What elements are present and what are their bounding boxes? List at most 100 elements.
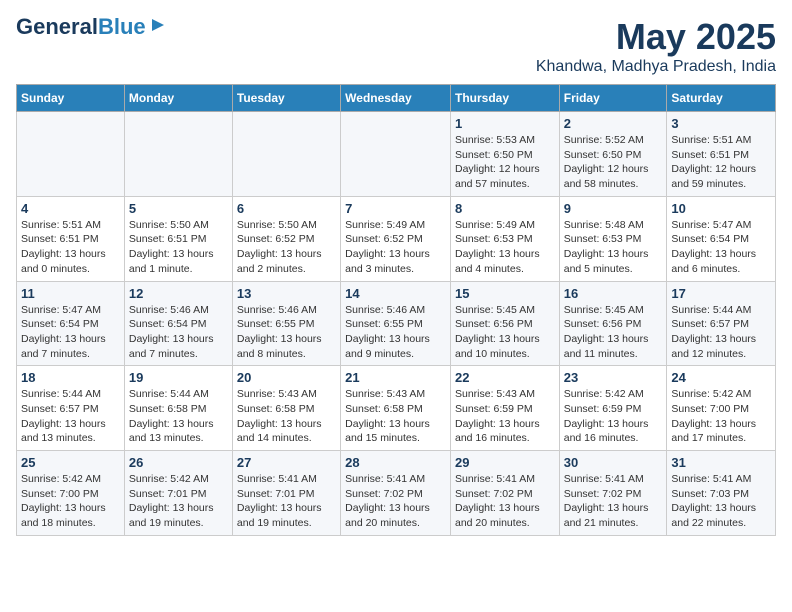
day-info: Sunrise: 5:42 AMSunset: 7:01 PMDaylight:… bbox=[129, 472, 228, 531]
day-number: 12 bbox=[129, 286, 228, 301]
header-tuesday: Tuesday bbox=[232, 85, 340, 112]
day-info: Sunrise: 5:41 AMSunset: 7:02 PMDaylight:… bbox=[345, 472, 446, 531]
day-number: 15 bbox=[455, 286, 555, 301]
day-info: Sunrise: 5:50 AMSunset: 6:51 PMDaylight:… bbox=[129, 218, 228, 277]
calendar-cell: 15 Sunrise: 5:45 AMSunset: 6:56 PMDayligh… bbox=[450, 281, 559, 366]
day-number: 13 bbox=[237, 286, 336, 301]
page-header: GeneralBlue May 2025 Khandwa, Madhya Pra… bbox=[16, 16, 776, 76]
day-number: 20 bbox=[237, 370, 336, 385]
calendar-cell: 9 Sunrise: 5:48 AMSunset: 6:53 PMDaylight… bbox=[559, 196, 667, 281]
calendar-cell: 6Sunrise: 5:50 AMSunset: 6:52 PMDaylight… bbox=[232, 196, 340, 281]
calendar-cell: 25 Sunrise: 5:42 AMSunset: 7:00 PMDayligh… bbox=[17, 451, 125, 536]
day-info: Sunrise: 5:42 AMSunset: 7:00 PMDaylight:… bbox=[671, 387, 771, 446]
calendar-week-row: 11 Sunrise: 5:47 AMSunset: 6:54 PMDayligh… bbox=[17, 281, 776, 366]
day-info: Sunrise: 5:41 AMSunset: 7:03 PMDaylight:… bbox=[671, 472, 771, 531]
calendar-cell: 16 Sunrise: 5:45 AMSunset: 6:56 PMDayligh… bbox=[559, 281, 667, 366]
calendar-cell: 20 Sunrise: 5:43 AMSunset: 6:58 PMDayligh… bbox=[232, 366, 340, 451]
day-number: 23 bbox=[564, 370, 663, 385]
header-friday: Friday bbox=[559, 85, 667, 112]
calendar-cell: 10 Sunrise: 5:47 AMSunset: 6:54 PMDayligh… bbox=[667, 196, 776, 281]
day-number: 10 bbox=[671, 201, 771, 216]
calendar-cell: 23 Sunrise: 5:42 AMSunset: 6:59 PMDayligh… bbox=[559, 366, 667, 451]
day-number: 21 bbox=[345, 370, 446, 385]
day-info: Sunrise: 5:44 AMSunset: 6:57 PMDaylight:… bbox=[21, 387, 120, 446]
day-number: 2 bbox=[564, 116, 663, 131]
calendar-cell: 14 Sunrise: 5:46 AMSunset: 6:55 PMDayligh… bbox=[341, 281, 451, 366]
day-number: 27 bbox=[237, 455, 336, 470]
day-info: Sunrise: 5:42 AMSunset: 6:59 PMDaylight:… bbox=[564, 387, 663, 446]
day-number: 6 bbox=[237, 201, 336, 216]
calendar-cell: 17 Sunrise: 5:44 AMSunset: 6:57 PMDayligh… bbox=[667, 281, 776, 366]
calendar-cell: 8 Sunrise: 5:49 AMSunset: 6:53 PMDaylight… bbox=[450, 196, 559, 281]
day-number: 9 bbox=[564, 201, 663, 216]
day-number: 11 bbox=[21, 286, 120, 301]
day-info: Sunrise: 5:45 AMSunset: 6:56 PMDaylight:… bbox=[455, 303, 555, 362]
day-info: Sunrise: 5:43 AMSunset: 6:58 PMDaylight:… bbox=[237, 387, 336, 446]
day-number: 7 bbox=[345, 201, 446, 216]
day-info: Sunrise: 5:44 AMSunset: 6:58 PMDaylight:… bbox=[129, 387, 228, 446]
calendar-cell: 12 Sunrise: 5:46 AMSunset: 6:54 PMDayligh… bbox=[124, 281, 232, 366]
day-info: Sunrise: 5:42 AMSunset: 7:00 PMDaylight:… bbox=[21, 472, 120, 531]
day-info: Sunrise: 5:47 AMSunset: 6:54 PMDaylight:… bbox=[671, 218, 771, 277]
day-info: Sunrise: 5:49 AMSunset: 6:53 PMDaylight:… bbox=[455, 218, 555, 277]
day-number: 8 bbox=[455, 201, 555, 216]
day-number: 3 bbox=[671, 116, 771, 131]
day-number: 19 bbox=[129, 370, 228, 385]
header-thursday: Thursday bbox=[450, 85, 559, 112]
day-number: 26 bbox=[129, 455, 228, 470]
calendar-cell: 27Sunrise: 5:41 AMSunset: 7:01 PMDayligh… bbox=[232, 451, 340, 536]
day-info: Sunrise: 5:41 AMSunset: 7:02 PMDaylight:… bbox=[564, 472, 663, 531]
calendar-cell: 24 Sunrise: 5:42 AMSunset: 7:00 PMDayligh… bbox=[667, 366, 776, 451]
day-info: Sunrise: 5:43 AMSunset: 6:59 PMDaylight:… bbox=[455, 387, 555, 446]
header-sunday: Sunday bbox=[17, 85, 125, 112]
calendar-cell: 28 Sunrise: 5:41 AMSunset: 7:02 PMDayligh… bbox=[341, 451, 451, 536]
calendar-cell: 19 Sunrise: 5:44 AMSunset: 6:58 PMDayligh… bbox=[124, 366, 232, 451]
day-info: Sunrise: 5:46 AMSunset: 6:54 PMDaylight:… bbox=[129, 303, 228, 362]
day-info: Sunrise: 5:47 AMSunset: 6:54 PMDaylight:… bbox=[21, 303, 120, 362]
calendar-cell bbox=[17, 112, 125, 197]
title-block: May 2025 Khandwa, Madhya Pradesh, India bbox=[536, 16, 776, 76]
calendar-week-row: 1 Sunrise: 5:53 AMSunset: 6:50 PMDaylight… bbox=[17, 112, 776, 197]
calendar-cell: 30 Sunrise: 5:41 AMSunset: 7:02 PMDayligh… bbox=[559, 451, 667, 536]
calendar-cell bbox=[124, 112, 232, 197]
calendar-cell: 21 Sunrise: 5:43 AMSunset: 6:58 PMDayligh… bbox=[341, 366, 451, 451]
logo: GeneralBlue bbox=[16, 16, 168, 38]
calendar-cell: 3Sunrise: 5:51 AMSunset: 6:51 PMDaylight… bbox=[667, 112, 776, 197]
day-number: 14 bbox=[345, 286, 446, 301]
calendar-cell: 22 Sunrise: 5:43 AMSunset: 6:59 PMDayligh… bbox=[450, 366, 559, 451]
day-number: 29 bbox=[455, 455, 555, 470]
calendar-cell: 26 Sunrise: 5:42 AMSunset: 7:01 PMDayligh… bbox=[124, 451, 232, 536]
day-number: 25 bbox=[21, 455, 120, 470]
day-info: Sunrise: 5:43 AMSunset: 6:58 PMDaylight:… bbox=[345, 387, 446, 446]
calendar-cell: 11 Sunrise: 5:47 AMSunset: 6:54 PMDayligh… bbox=[17, 281, 125, 366]
calendar-week-row: 25 Sunrise: 5:42 AMSunset: 7:00 PMDayligh… bbox=[17, 451, 776, 536]
day-info: Sunrise: 5:51 AMSunset: 6:51 PMDaylight:… bbox=[21, 218, 120, 277]
day-number: 28 bbox=[345, 455, 446, 470]
day-info: Sunrise: 5:46 AMSunset: 6:55 PMDaylight:… bbox=[237, 303, 336, 362]
day-number: 30 bbox=[564, 455, 663, 470]
header-monday: Monday bbox=[124, 85, 232, 112]
day-number: 1 bbox=[455, 116, 555, 131]
day-info: Sunrise: 5:46 AMSunset: 6:55 PMDaylight:… bbox=[345, 303, 446, 362]
day-number: 17 bbox=[671, 286, 771, 301]
day-info: Sunrise: 5:41 AMSunset: 7:02 PMDaylight:… bbox=[455, 472, 555, 531]
calendar-cell: 2 Sunrise: 5:52 AMSunset: 6:50 PMDaylight… bbox=[559, 112, 667, 197]
day-info: Sunrise: 5:52 AMSunset: 6:50 PMDaylight:… bbox=[564, 133, 663, 192]
day-info: Sunrise: 5:44 AMSunset: 6:57 PMDaylight:… bbox=[671, 303, 771, 362]
day-number: 22 bbox=[455, 370, 555, 385]
weekday-header-row: Sunday Monday Tuesday Wednesday Thursday… bbox=[17, 85, 776, 112]
calendar-cell: 1 Sunrise: 5:53 AMSunset: 6:50 PMDaylight… bbox=[450, 112, 559, 197]
day-info: Sunrise: 5:48 AMSunset: 6:53 PMDaylight:… bbox=[564, 218, 663, 277]
day-info: Sunrise: 5:45 AMSunset: 6:56 PMDaylight:… bbox=[564, 303, 663, 362]
calendar-week-row: 18Sunrise: 5:44 AMSunset: 6:57 PMDayligh… bbox=[17, 366, 776, 451]
header-wednesday: Wednesday bbox=[341, 85, 451, 112]
day-number: 4 bbox=[21, 201, 120, 216]
day-number: 5 bbox=[129, 201, 228, 216]
calendar-cell: 5 Sunrise: 5:50 AMSunset: 6:51 PMDaylight… bbox=[124, 196, 232, 281]
day-number: 16 bbox=[564, 286, 663, 301]
calendar-table: Sunday Monday Tuesday Wednesday Thursday… bbox=[16, 84, 776, 536]
calendar-cell: 18Sunrise: 5:44 AMSunset: 6:57 PMDayligh… bbox=[17, 366, 125, 451]
day-number: 24 bbox=[671, 370, 771, 385]
calendar-subtitle: Khandwa, Madhya Pradesh, India bbox=[536, 58, 776, 76]
day-info: Sunrise: 5:53 AMSunset: 6:50 PMDaylight:… bbox=[455, 133, 555, 192]
